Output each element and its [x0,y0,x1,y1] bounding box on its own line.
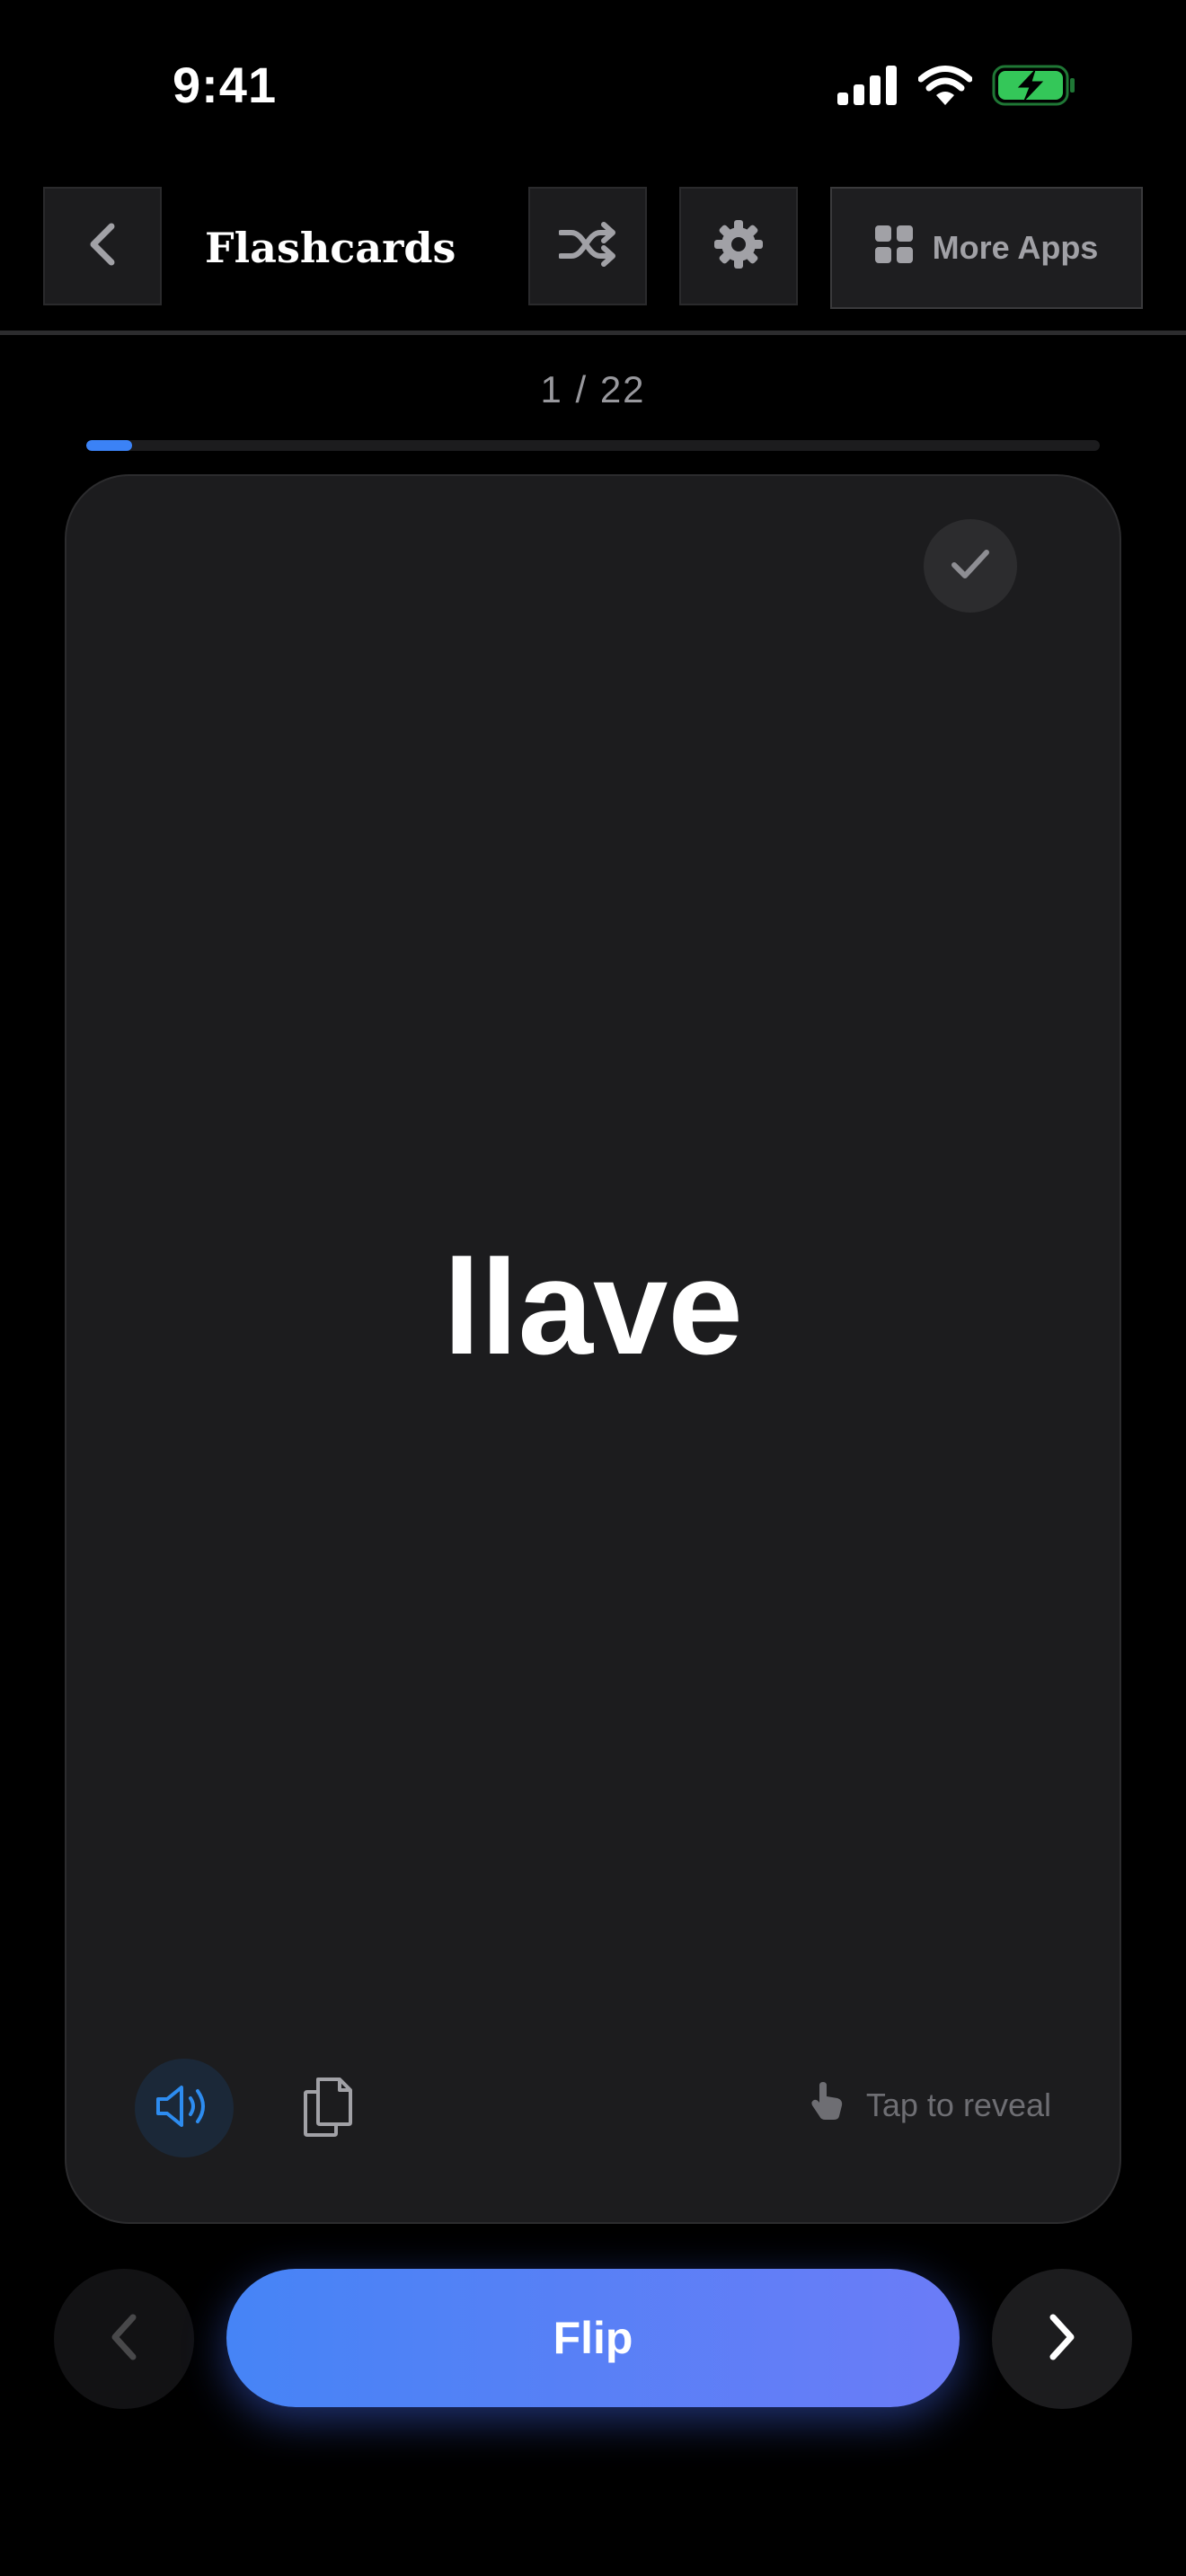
wifi-icon [917,66,973,110]
chevron-right-icon [1046,2312,1078,2367]
card-term: llave [443,1231,743,1382]
flashcard[interactable]: llave Tap to reveal [65,474,1121,2224]
shuffle-icon [558,221,616,271]
more-apps-button[interactable]: More Apps [830,187,1143,309]
chevron-left-icon [84,221,120,272]
pronounce-button[interactable] [135,2059,234,2157]
gear-icon [713,219,764,274]
copy-button[interactable] [279,2059,377,2157]
status-icons [837,65,1076,110]
progress-bar-fill [86,440,132,451]
shuffle-button[interactable] [528,187,647,305]
progress-bar [86,440,1100,451]
cellular-signal-icon [837,66,898,110]
battery-charging-icon [992,65,1076,110]
tap-hint-label: Tap to reveal [865,2086,1051,2123]
mark-known-button[interactable] [924,519,1017,613]
chevron-left-icon [108,2312,140,2367]
settings-button[interactable] [679,187,798,305]
previous-card-button[interactable] [54,2269,194,2409]
tap-to-reveal-hint: Tap to reveal [809,2080,1051,2130]
nav-divider [0,331,1186,335]
grid-icon [874,225,913,271]
flip-button[interactable]: Flip [226,2269,960,2407]
back-button[interactable] [43,187,162,305]
status-bar: 9:41 [0,0,1186,171]
next-card-button[interactable] [992,2269,1132,2409]
tap-hand-icon [809,2080,846,2130]
progress-counter: 1 / 22 [540,368,646,410]
status-time: 9:41 [173,57,278,113]
checkmark-icon [951,548,990,585]
page-title: Flashcards [205,224,456,272]
copy-icon [302,2076,354,2141]
speaker-icon [155,2083,214,2134]
more-apps-label: More Apps [932,229,1099,266]
